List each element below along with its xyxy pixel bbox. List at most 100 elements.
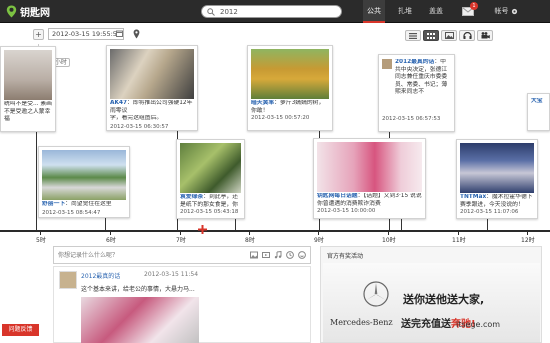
card-photo[interactable] xyxy=(4,50,52,100)
tab-public[interactable]: 公共 xyxy=(363,0,385,23)
music-upload-icon[interactable] xyxy=(274,250,282,259)
zoom-control: + xyxy=(33,29,45,40)
timeline-card[interactable]: 2012最真的话：中共中央决定，张德江同志兼任重庆市委委员、常委、书记；薄熙来同… xyxy=(378,54,455,132)
timeline-card[interactable]: 袁爱绿茶：到此亭，还是纸下的那女食是，你说呢？ 2012-03-15 05:43… xyxy=(176,139,245,219)
axis-tick-label: 11时 xyxy=(452,237,466,244)
axis-tick-label: 7时 xyxy=(176,237,186,244)
card-timestamp: 2012-03-15 11:07:06 xyxy=(460,209,519,215)
list-icon xyxy=(409,32,417,39)
card-username[interactable]: 暗天黄率 xyxy=(251,100,274,106)
timeline-card[interactable]: AK47：即将推出公司强硬12年雨零议 学，看完这组图后。 2012-03-15… xyxy=(106,45,198,131)
card-username[interactable]: 2012最真的话 xyxy=(395,59,434,65)
feed-username[interactable]: 2012最真的话 xyxy=(81,271,120,280)
official-campaign-panel: 官方有奖活动 送你送他送大家, Mercedes-Benz 送完充值送奔驰! xyxy=(320,246,542,343)
image-icon xyxy=(444,32,454,39)
card-caption-line2: 学，看完这组图后。 xyxy=(110,115,163,121)
card-photo[interactable] xyxy=(42,150,126,200)
card-caption: 暗天黄率：萝斤3嫣嫣的树，你敢！ xyxy=(251,100,329,114)
timeline-stem xyxy=(105,218,106,230)
view-list-button[interactable] xyxy=(405,30,421,41)
axis-tick-label: 10时 xyxy=(382,237,396,244)
card-caption: 袁爱绿茶：到此亭，还是纸下的那女食是，你说呢？ xyxy=(180,194,241,208)
timeline-stem xyxy=(36,132,37,230)
card-username[interactable]: 钥匙网每日话题 xyxy=(317,193,358,199)
card-avatar[interactable] xyxy=(382,59,392,69)
timeline-card[interactable]: 钥匙网每日话题：【话题】又到3·15 说说你曾遭遇的消费欺诈消费 2012-03… xyxy=(313,138,426,219)
card-timestamp: 2012-03-15 05:43:18 xyxy=(180,209,239,215)
view-mode-toggle xyxy=(405,30,493,41)
feedback-button[interactable]: 问题反馈 xyxy=(2,324,39,336)
zoom-in-button[interactable]: + xyxy=(33,29,44,40)
feed-item: 2012最真的话 2012-03-15 11:54 这个基本来讲，给老公的事情，… xyxy=(53,266,311,343)
ad-banner[interactable]: 送你送他送大家, Mercedes-Benz 送完充值送奔驰! xyxy=(323,263,540,342)
mercedes-star-icon xyxy=(363,281,389,307)
timeline-card[interactable]: 统叫不是受... 素画不是受邀之人蒙幸福 xyxy=(0,46,56,132)
calendar-icon[interactable] xyxy=(116,30,123,37)
card-caption: 大宝 xyxy=(531,98,546,128)
card-username[interactable]: 袁爱绿茶 xyxy=(180,194,203,200)
avatar[interactable] xyxy=(59,271,77,289)
timeline-card[interactable]: 舒丽一下：尚望觉住在这里 2012-03-15 08:54:47 xyxy=(38,146,130,218)
view-video-button[interactable] xyxy=(477,30,493,41)
key-pin-icon xyxy=(6,5,17,18)
card-username[interactable]: AK47 xyxy=(110,100,127,106)
search-input[interactable] xyxy=(220,7,335,17)
search-icon[interactable] xyxy=(207,8,215,16)
panel-title: 官方有奖活动 xyxy=(327,253,364,260)
gear-icon xyxy=(511,8,517,15)
card-timestamp: 2012-03-15 00:57:20 xyxy=(251,115,310,121)
date-input[interactable]: 2012-03-15 19:55:50 xyxy=(48,28,124,40)
view-photo-button[interactable] xyxy=(441,30,457,41)
smiley-icon[interactable] xyxy=(298,251,306,259)
card-username[interactable]: 大宝 xyxy=(531,98,543,104)
watermark: itsege.com xyxy=(456,320,501,329)
card-caption: 2012最真的话：中共中央决定，张德江同志兼任重庆市委委员、常委、书记；薄熙来同… xyxy=(395,59,451,115)
card-caption: TNTMax：魔术拉霍华德下赛季跟进，今天没说的！ xyxy=(460,194,534,208)
account-menu[interactable]: 帐号 xyxy=(491,0,521,23)
location-pin-icon[interactable] xyxy=(133,29,140,39)
feed-timestamp: 2012-03-15 11:54 xyxy=(144,271,199,278)
axis-tick-label: 6时 xyxy=(106,237,116,244)
card-photo[interactable] xyxy=(460,143,534,193)
timeline-stem xyxy=(487,219,488,230)
grid-icon xyxy=(427,32,435,39)
card-timestamp: 2012-03-15 08:54:47 xyxy=(42,209,101,216)
app-logo[interactable]: 钥匙网 xyxy=(6,4,50,19)
card-photo[interactable] xyxy=(251,49,329,99)
current-time-marker-icon[interactable] xyxy=(198,225,207,234)
timeline-axis[interactable] xyxy=(0,230,550,232)
tab-gaigai[interactable]: 盖盖 xyxy=(425,0,447,23)
card-timestamp: 2012-03-15 10:00:00 xyxy=(317,208,376,214)
card-username[interactable]: 舒丽一下 xyxy=(42,201,65,207)
axis-tick-label: 5时 xyxy=(36,237,46,244)
video-upload-icon[interactable] xyxy=(262,251,270,259)
card-caption: 钥匙网每日话题：【话题】又到3·15 说说你曾遭遇的消费欺诈消费 xyxy=(317,193,422,207)
timeline-card[interactable]: TNTMax：魔术拉霍华德下赛季跟进，今天没说的！ 2012-03-15 11:… xyxy=(456,139,538,219)
ad-brand: Mercedes-Benz xyxy=(330,318,393,327)
account-label: 帐号 xyxy=(494,7,509,15)
card-photo[interactable] xyxy=(180,143,241,193)
card-caption: 舒丽一下：尚望觉住在这里 xyxy=(42,201,126,209)
ad-subline-prefix: 送完充值送 xyxy=(401,319,451,330)
image-upload-icon[interactable] xyxy=(250,251,258,259)
post-composer[interactable] xyxy=(53,246,311,264)
card-username[interactable]: TNTMax xyxy=(460,194,486,200)
card-text: ：尚望觉住在这里 xyxy=(65,201,112,207)
timeline-card[interactable]: 暗天黄率：萝斤3嫣嫣的树，你敢！ 2012-03-15 00:57:20 xyxy=(247,45,333,131)
card-timestamp: 2012-03-15 06:30:57 xyxy=(110,123,169,130)
card-photo[interactable] xyxy=(110,49,194,99)
feed-image[interactable] xyxy=(81,297,199,343)
timeline-card[interactable]: 大宝 xyxy=(527,93,550,131)
view-music-button[interactable] xyxy=(459,30,475,41)
search-box[interactable] xyxy=(201,5,342,18)
clock-icon[interactable] xyxy=(286,251,294,259)
app-name: 钥匙网 xyxy=(20,8,50,19)
card-caption: 统叫不是受... 素画不是受邀之人蒙幸福 xyxy=(4,101,52,122)
composer-tools xyxy=(250,250,306,259)
card-photo[interactable] xyxy=(317,142,422,192)
timeline-stem xyxy=(401,219,402,230)
tab-zhadui[interactable]: 扎堆 xyxy=(394,0,416,23)
headphones-icon xyxy=(462,32,472,39)
post-input[interactable] xyxy=(58,250,228,260)
view-grid-button[interactable] xyxy=(423,30,439,41)
